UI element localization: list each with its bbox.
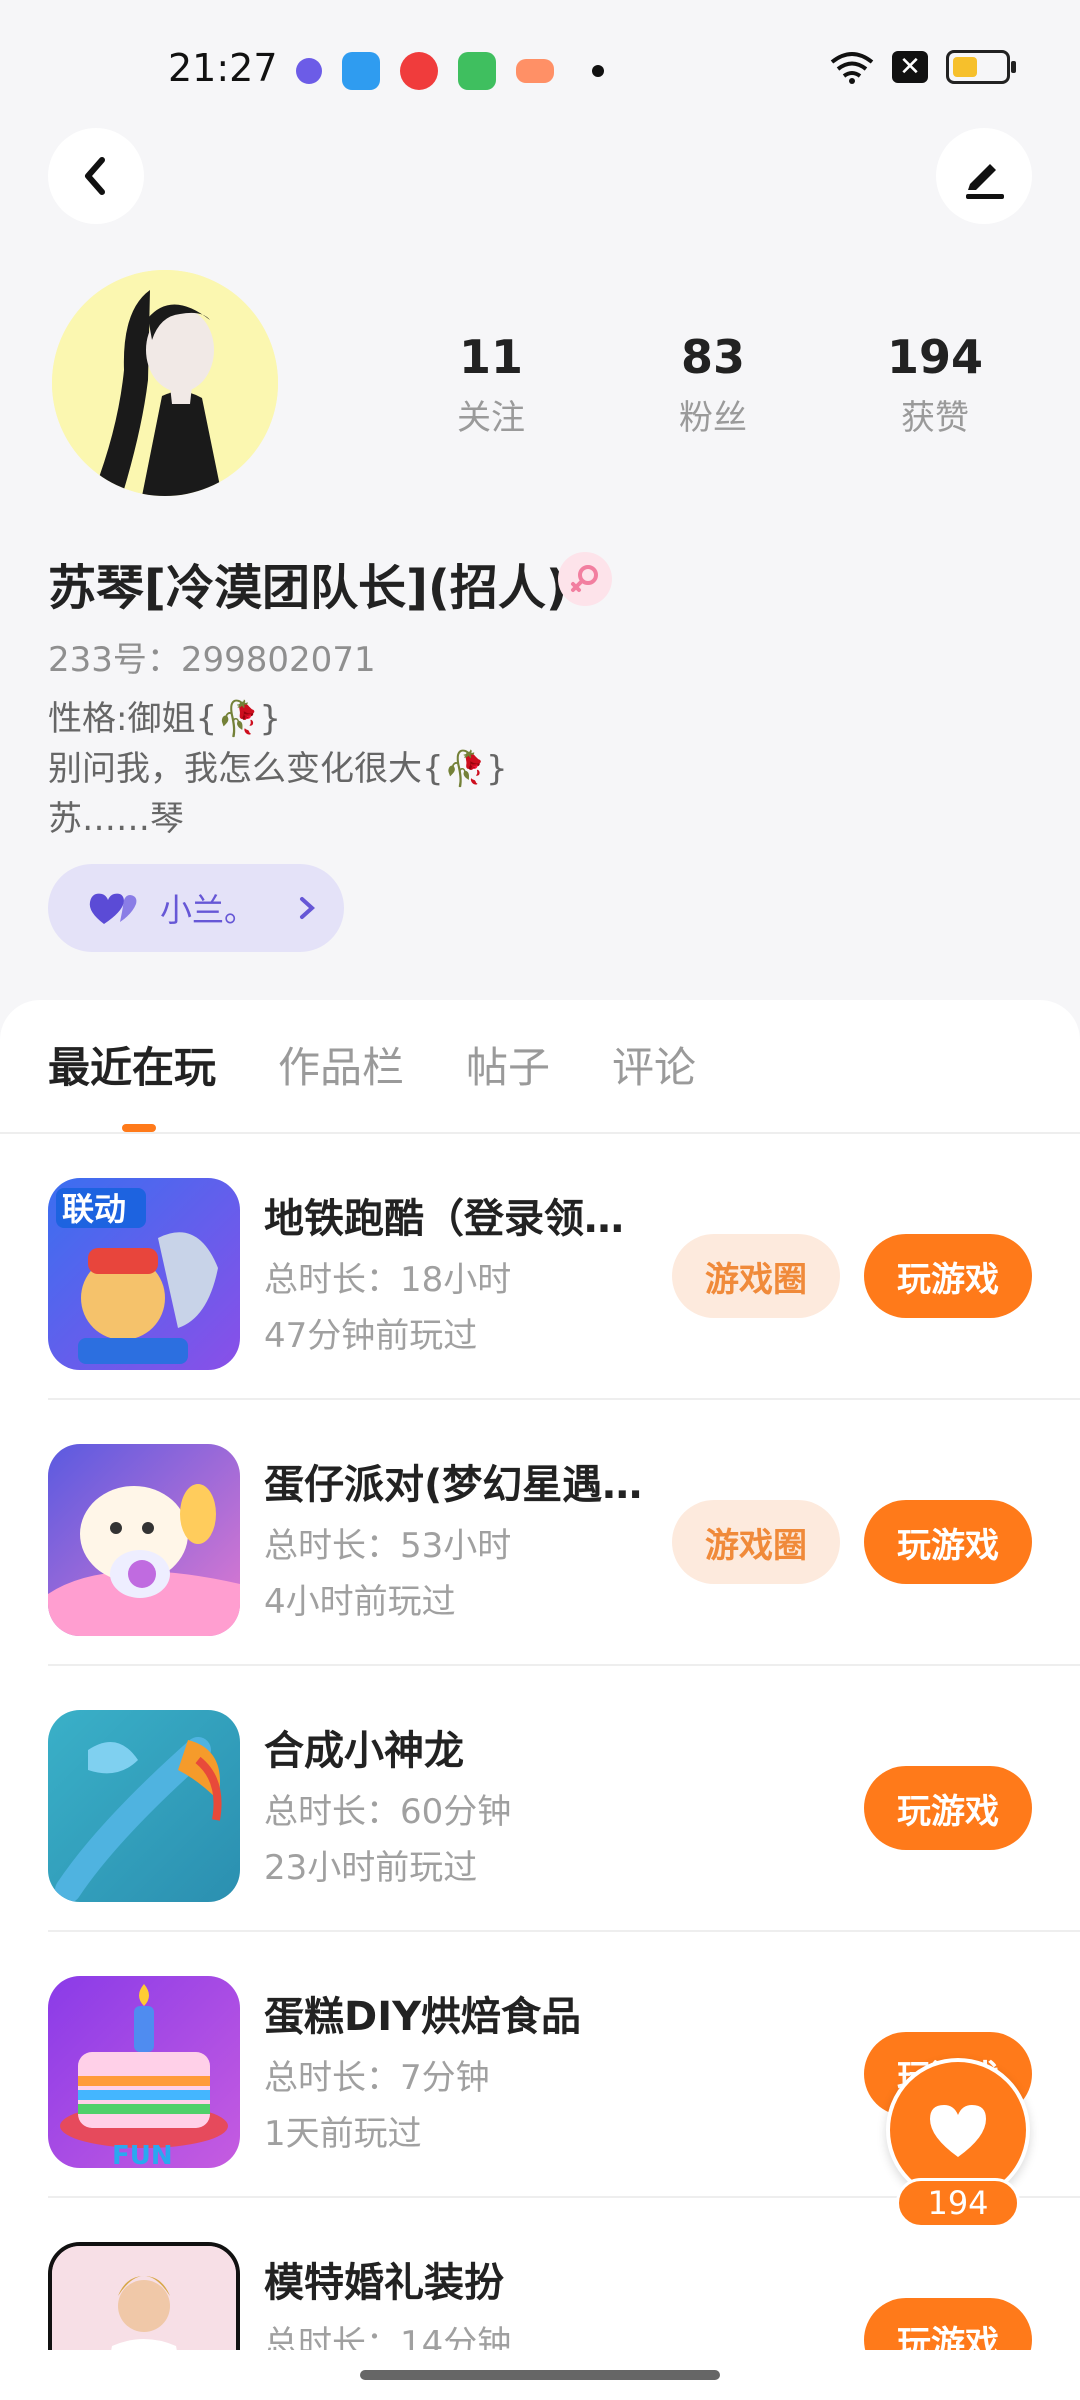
game-last-played: 1天前玩过 [264,2114,422,2154]
game-title: 蛋仔派对(梦幻星遇… [264,1462,643,1508]
svg-text:FUN: FUN [112,2141,173,2168]
play-game-button[interactable]: 玩游戏 [864,1766,1032,1850]
home-indicator[interactable] [360,2370,720,2380]
game-icon-cake-diy: FUN [48,1976,240,2168]
bio-line: 性格:御姐{🥀} [48,699,282,739]
stat-label: 获赞 [901,398,969,438]
heart-icon [930,2105,986,2157]
svg-text:联动: 联动 [62,1190,126,1228]
game-duration: 总时长：18小时 [264,1260,512,1300]
app-notification-icon [296,58,322,84]
stat-following[interactable]: 11 关注 [380,330,602,439]
edit-profile-button[interactable] [936,128,1032,224]
battery-icon [946,50,1016,84]
game-circle-button[interactable]: 游戏圈 [672,1500,840,1584]
profile-name: 苏琴[冷漠团队长](招人) [48,560,568,616]
bio-line: 苏……琴 [48,799,184,839]
avatar[interactable] [52,270,278,496]
active-tab-indicator [122,1124,156,1132]
game-title: 地铁跑酷（登录领… [264,1196,624,1242]
chevron-left-icon [85,157,105,195]
double-heart-icon [89,893,137,924]
status-bar: 21:27 ✕ [0,0,1080,140]
game-last-played: 23小时前玩过 [264,1848,478,1888]
store-app-icon [458,52,496,90]
female-icon [571,565,598,592]
notification-icons [296,52,604,90]
stat-likes[interactable]: 194 获赞 [824,330,1046,439]
game-circle-button[interactable]: 游戏圈 [672,1234,840,1318]
tab-recently-played[interactable]: 最近在玩 [48,1034,216,1095]
wifi-icon [830,52,874,84]
game-icon-subway-surfers: 联动 [48,1178,240,1370]
game-icon-eggy-party [48,1444,240,1636]
stat-fans[interactable]: 83 粉丝 [602,330,824,439]
back-button[interactable] [48,128,144,224]
female-gender-badge [558,552,612,606]
tab-bar: 最近在玩 作品栏 帖子 评论 [48,1034,696,1095]
game-row[interactable]: 合成小神龙 总时长：60分钟 23小时前玩过 玩游戏 [0,1666,1080,1932]
tab-works[interactable]: 作品栏 [278,1034,404,1095]
avatar-image [52,270,278,496]
game-title: 模特婚礼装扮 [264,2260,504,2306]
stat-number: 11 [458,330,523,384]
game-title: 蛋糕DIY烘焙食品 [264,1994,582,2040]
game-duration: 总时长：53小时 [264,1526,512,1566]
game-duration: 总时长：7分钟 [264,2058,490,2098]
play-game-button[interactable]: 玩游戏 [864,1234,1032,1318]
game-duration: 总时长：60分钟 [264,1792,512,1832]
no-sim-icon: ✕ [892,51,928,83]
game-row[interactable]: 联动 地铁跑酷（登录领… 总时长：18小时 47分钟前玩过 游戏圈 玩游戏 [0,1134,1080,1400]
bio-line: 别问我，我怎么变化很大{🥀} [48,749,508,789]
game-app-icon [516,59,554,83]
couple-name: 小兰。 [160,891,257,929]
stat-label: 粉丝 [679,398,747,438]
game-icon-dragon [48,1710,240,1902]
send-app-icon [342,52,380,90]
chevron-right-icon [300,897,316,919]
game-title: 合成小神龙 [264,1728,464,1774]
game-last-played: 47分钟前玩过 [264,1316,478,1356]
game-row[interactable]: 蛋仔派对(梦幻星遇… 总时长：53小时 4小时前玩过 游戏圈 玩游戏 [0,1400,1080,1666]
tab-comments[interactable]: 评论 [612,1034,696,1095]
user-id: 233号：299802071 [48,640,376,680]
stat-number: 194 [886,330,984,384]
profile-stats: 11 关注 83 粉丝 194 获赞 [380,330,1046,439]
pen-icon [966,164,1004,199]
like-count-badge: 194 [896,2178,1020,2228]
stat-number: 83 [680,330,745,384]
couple-badge-button[interactable]: 小兰。 [48,864,344,952]
more-notifications-dot [592,65,604,77]
tab-posts[interactable]: 帖子 [466,1034,550,1095]
stat-label: 关注 [457,398,525,438]
game-last-played: 4小时前玩过 [264,1582,456,1622]
profile-bio: 性格:御姐{🥀} 别问我，我怎么变化很大{🥀} 苏……琴 [48,694,508,844]
system-icons: ✕ [830,50,1016,84]
status-time: 21:27 [168,46,278,90]
video-app-icon [400,52,438,90]
play-game-button[interactable]: 玩游戏 [864,1500,1032,1584]
